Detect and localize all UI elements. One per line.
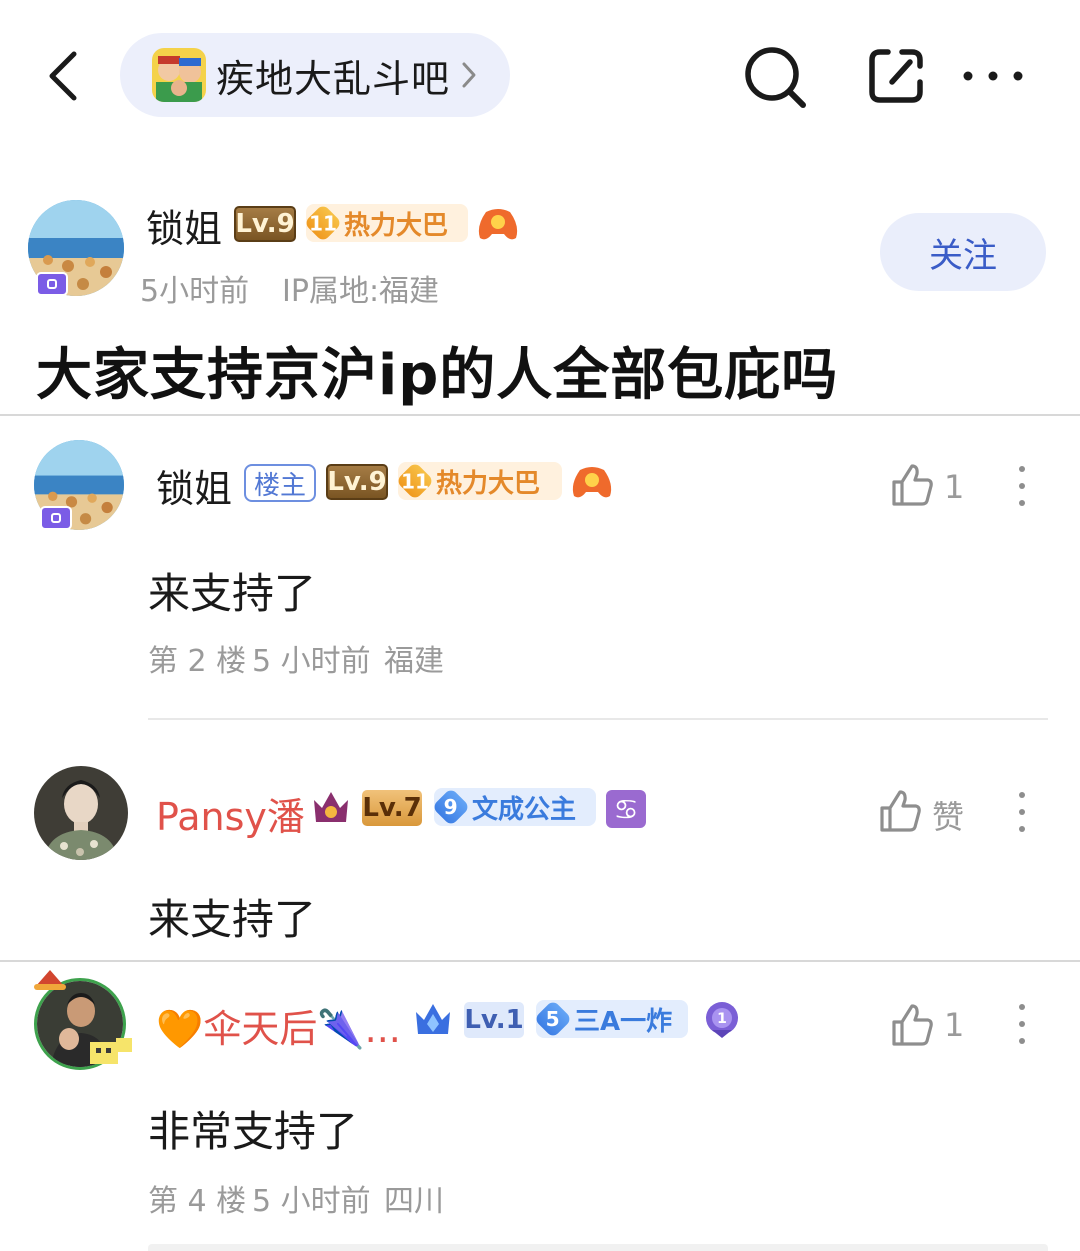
honor-badge: 11 热力大巴	[395, 461, 562, 501]
honor-level-icon: 5	[533, 999, 573, 1039]
photo-badge-icon	[36, 272, 68, 296]
divider	[0, 960, 1080, 962]
crown-icon	[314, 792, 348, 822]
pixel-sticker-icon	[90, 1038, 132, 1064]
level-badge: Lv.7	[362, 790, 422, 826]
more-options-icon[interactable]	[1018, 792, 1026, 832]
honor-title: 热力大巴	[436, 468, 541, 499]
reply-avatar[interactable]	[34, 766, 128, 860]
rank-medal-icon: 1	[706, 1002, 738, 1038]
reply-floor: 第 4 楼	[148, 1184, 247, 1219]
back-arrow-icon[interactable]	[40, 48, 90, 104]
thumbs-up-icon[interactable]	[890, 462, 934, 508]
share-edit-icon[interactable]	[866, 46, 926, 106]
reply-author[interactable]: 🧡伞天后🌂...	[156, 998, 401, 1053]
post-time: 5小时前	[140, 274, 250, 309]
honor-level-icon: 9	[431, 787, 471, 827]
post-ip: IP属地:福建	[282, 274, 440, 309]
level-badge: Lv.9	[326, 464, 388, 500]
host-tag: 楼主	[244, 464, 316, 502]
divider	[148, 718, 1048, 720]
level-badge: Lv.1	[464, 1002, 524, 1038]
reply-location: 福建	[384, 644, 444, 679]
honor-level-icon: 11	[395, 461, 435, 501]
reply-content: 来支持了	[148, 895, 317, 944]
reply-content: 非常支持了	[148, 1107, 359, 1156]
honor-badge: 5 三A一炸	[533, 999, 688, 1039]
honor-badge: 9 文成公主	[431, 787, 596, 827]
reply-time: 5 小时前	[252, 644, 371, 679]
svg-text:1: 1	[717, 1011, 727, 1027]
crown-icon	[416, 1004, 450, 1034]
like-count: 1	[944, 468, 965, 506]
reply-floor: 第 2 楼	[148, 644, 247, 679]
more-options-icon[interactable]	[1018, 466, 1026, 506]
thumbs-up-icon[interactable]	[890, 1002, 934, 1048]
like-label: 赞	[932, 798, 965, 836]
sub-reply-box	[148, 1244, 1048, 1251]
reply-author[interactable]: 锁姐	[156, 458, 232, 513]
thumbs-up-icon[interactable]	[878, 788, 922, 834]
photo-badge-icon	[40, 506, 72, 530]
chevron-right-icon	[462, 62, 476, 88]
like-count: 1	[944, 1006, 965, 1044]
post-title: 大家支持京沪ip的人全部包庇吗	[36, 343, 839, 408]
zodiac-cancer-icon: ♋	[606, 790, 646, 828]
author-name[interactable]: 锁姐	[146, 198, 222, 253]
forum-entry[interactable]: 疾地大乱斗吧	[120, 33, 510, 117]
hat-decoration-icon	[34, 970, 66, 990]
forum-logo-icon	[152, 48, 206, 102]
more-icon[interactable]	[962, 70, 1024, 82]
reply-time: 5 小时前	[252, 1184, 371, 1219]
honor-title: 热力大巴	[344, 210, 449, 241]
more-options-icon[interactable]	[1018, 1004, 1026, 1044]
honor-badge: 11 热力大巴	[303, 203, 468, 243]
honor-title: 文成公主	[472, 794, 577, 825]
follow-button[interactable]: 关注	[880, 213, 1046, 291]
divider	[0, 414, 1080, 416]
forum-name: 疾地大乱斗吧	[216, 56, 451, 101]
honor-level-icon: 11	[303, 203, 343, 243]
search-icon[interactable]	[742, 44, 808, 110]
gamepad-icon	[572, 467, 612, 498]
reply-location: 四川	[384, 1184, 444, 1219]
gamepad-icon	[478, 209, 518, 240]
reply-author[interactable]: Pansy潘	[156, 786, 305, 841]
level-badge: Lv.9	[234, 206, 296, 242]
reply-content: 来支持了	[148, 569, 317, 618]
honor-title: 三A一炸	[574, 1006, 673, 1037]
